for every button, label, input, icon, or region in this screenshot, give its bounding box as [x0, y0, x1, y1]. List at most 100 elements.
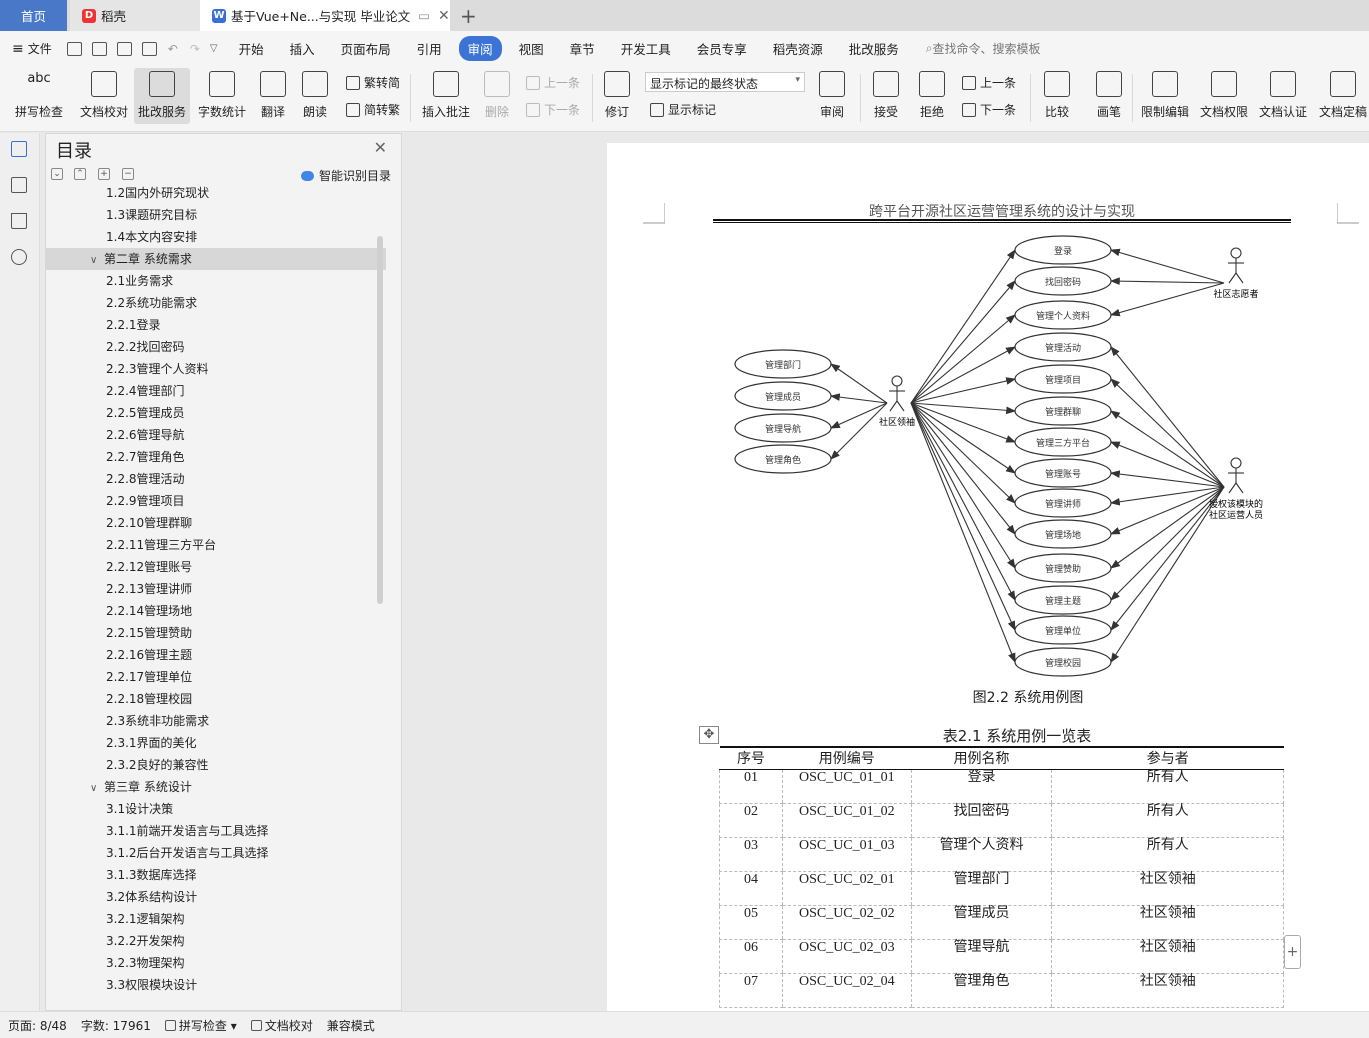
next-comment-button[interactable]: 下一条: [526, 101, 580, 118]
table-move-handle-icon[interactable]: ✥: [699, 726, 719, 744]
remove-heading-icon[interactable]: −: [122, 168, 134, 180]
menu-tab[interactable]: 稻壳资源: [764, 36, 832, 61]
markup-state-select[interactable]: 显示标记的最终状态 ▾: [645, 72, 805, 92]
menu-tab[interactable]: 章节: [561, 36, 604, 61]
toc-item[interactable]: 2.2.2找回密码: [46, 336, 386, 358]
toc-item[interactable]: 2.2.6管理导航: [46, 424, 386, 446]
prev-change-button[interactable]: 上一条: [962, 74, 1016, 91]
word-count-button[interactable]: 字数统计: [196, 68, 248, 120]
print-preview-icon[interactable]: [141, 41, 157, 56]
status-proof[interactable]: 文档校对: [250, 1017, 313, 1034]
toc-item[interactable]: 3.2.3物理架构: [46, 952, 386, 974]
restrict-edit-button[interactable]: 限制编辑: [1140, 68, 1190, 120]
file-menu[interactable]: ≡ 文件: [12, 40, 52, 57]
read-aloud-button[interactable]: 朗读: [298, 68, 332, 120]
menu-tab[interactable]: 开始: [230, 36, 273, 61]
menu-tab[interactable]: 引用: [408, 36, 451, 61]
page-indicator[interactable]: 页面: 8/48: [8, 1017, 67, 1034]
close-tab-icon[interactable]: ✕: [438, 8, 450, 24]
toc-item[interactable]: 2.2.4管理部门: [46, 380, 386, 402]
customize-icon[interactable]: ▽: [210, 43, 218, 54]
menu-tab[interactable]: 视图: [510, 36, 553, 61]
chapter-icon[interactable]: [11, 177, 27, 193]
window-icon[interactable]: ▭: [418, 8, 430, 23]
toc-item[interactable]: 2.2.13管理讲师: [46, 578, 386, 600]
toc-item[interactable]: 2.2.15管理赞助: [46, 622, 386, 644]
toc-item[interactable]: 3.1.2后台开发语言与工具选择: [46, 842, 386, 864]
menu-tab[interactable]: 批改服务: [840, 36, 908, 61]
toc-item[interactable]: 2.2.3管理个人资料: [46, 358, 386, 380]
insert-comment-button[interactable]: 插入批注: [420, 68, 472, 120]
doc-cert-button[interactable]: 文档认证: [1258, 68, 1308, 120]
doc-proof-button[interactable]: 文档校对: [76, 68, 132, 120]
expand-up-icon[interactable]: ⌃: [74, 168, 86, 180]
toc-item[interactable]: 3.1.3数据库选择: [46, 864, 386, 886]
menu-tab[interactable]: 插入: [281, 36, 324, 61]
show-markup-button[interactable]: 显示标记: [650, 101, 716, 118]
toc-item[interactable]: 2.2.5管理成员: [46, 402, 386, 424]
nav-scrollbar[interactable]: [377, 236, 383, 604]
spell-check-button[interactable]: abc 拼写检查: [8, 68, 70, 120]
toc-item[interactable]: 2.2.1登录: [46, 314, 386, 336]
bookmark-icon[interactable]: [11, 213, 27, 229]
toc-item[interactable]: ∨ 第三章 系统设计: [46, 776, 386, 798]
new-tab-button[interactable]: +: [460, 0, 477, 31]
save-icon[interactable]: [66, 41, 82, 56]
print-icon[interactable]: [116, 41, 132, 56]
correct-service-button[interactable]: 批改服务: [134, 68, 190, 124]
toc-icon[interactable]: [11, 141, 27, 157]
toc-item[interactable]: 1.2国内外研究现状: [46, 182, 386, 204]
compare-button[interactable]: 比较: [1038, 68, 1076, 120]
menu-tab[interactable]: 页面布局: [332, 36, 400, 61]
menu-tab[interactable]: 开发工具: [612, 36, 680, 61]
search-command-input[interactable]: 查找命令、搜索模板: [932, 40, 1040, 57]
menu-tab[interactable]: 审阅: [458, 36, 502, 61]
collapse-all-icon[interactable]: ⌄: [51, 168, 63, 180]
toc-item[interactable]: 1.3课题研究目标: [46, 204, 386, 226]
chevron-down-icon[interactable]: ∨: [90, 250, 104, 272]
prev-comment-button[interactable]: 上一条: [526, 74, 580, 91]
toc-item[interactable]: 2.1业务需求: [46, 270, 386, 292]
toc-item[interactable]: 2.2系统功能需求: [46, 292, 386, 314]
review-pane-button[interactable]: 审阅: [814, 68, 850, 120]
toc-item[interactable]: 3.2.2开发架构: [46, 930, 386, 952]
status-spell-check[interactable]: 拼写检查 ▾: [164, 1017, 237, 1034]
doc-permission-button[interactable]: 文档权限: [1199, 68, 1249, 120]
to-simplified-button[interactable]: 简转繁: [346, 101, 400, 118]
toc-item[interactable]: 3.1.1前端开发语言与工具选择: [46, 820, 386, 842]
toc-item[interactable]: 2.2.14管理场地: [46, 600, 386, 622]
toc-item[interactable]: 2.3.2良好的兼容性: [46, 754, 386, 776]
doc-finalize-button[interactable]: 文档定稿: [1318, 68, 1368, 120]
delete-comment-button[interactable]: 删除: [478, 68, 516, 120]
toc-item[interactable]: 2.2.18管理校园: [46, 688, 386, 710]
search-icon[interactable]: [11, 249, 27, 265]
next-change-button[interactable]: 下一条: [962, 101, 1016, 118]
toc-item[interactable]: 3.3.1页面权限设计: [46, 996, 386, 997]
toc-item[interactable]: ∨ 第二章 系统需求: [46, 248, 386, 270]
reject-button[interactable]: 拒绝: [914, 68, 950, 120]
toc-item[interactable]: 2.2.12管理账号: [46, 556, 386, 578]
toc-item[interactable]: 2.2.9管理项目: [46, 490, 386, 512]
document-page[interactable]: 跨平台开源社区运营管理系统的设计与实现 登录 找回密码 管理个人资料 管理活动 管理项目…: [607, 143, 1369, 1011]
redo-icon[interactable]: ↷: [190, 42, 200, 56]
word-count-indicator[interactable]: 字数: 17961: [81, 1017, 151, 1034]
to-traditional-button[interactable]: 繁转简: [346, 74, 400, 91]
close-icon[interactable]: ✕: [374, 138, 387, 157]
tab-daoke[interactable]: D 稻壳: [70, 0, 200, 31]
accept-button[interactable]: 接受: [868, 68, 904, 120]
toc-item[interactable]: 2.3.1界面的美化: [46, 732, 386, 754]
add-row-button[interactable]: +: [1284, 935, 1301, 969]
tab-home[interactable]: 首页: [0, 0, 67, 31]
toc-item[interactable]: 2.2.11管理三方平台: [46, 534, 386, 556]
toc-item[interactable]: 3.2体系结构设计: [46, 886, 386, 908]
translate-button[interactable]: 翻译: [254, 68, 292, 120]
toc-item[interactable]: 1.4本文内容安排: [46, 226, 386, 248]
pen-button[interactable]: 画笔: [1092, 68, 1126, 120]
undo-icon[interactable]: ↶: [168, 42, 178, 56]
toc-item[interactable]: 2.2.7管理角色: [46, 446, 386, 468]
tab-document[interactable]: W 基于Vue+Ne...与实现 毕业论文 ▭ ✕: [200, 0, 450, 31]
track-changes-button[interactable]: 修订: [598, 68, 636, 120]
toc-item[interactable]: 3.1设计决策: [46, 798, 386, 820]
chevron-down-icon[interactable]: ∨: [90, 778, 104, 800]
toc-item[interactable]: 2.2.8管理活动: [46, 468, 386, 490]
